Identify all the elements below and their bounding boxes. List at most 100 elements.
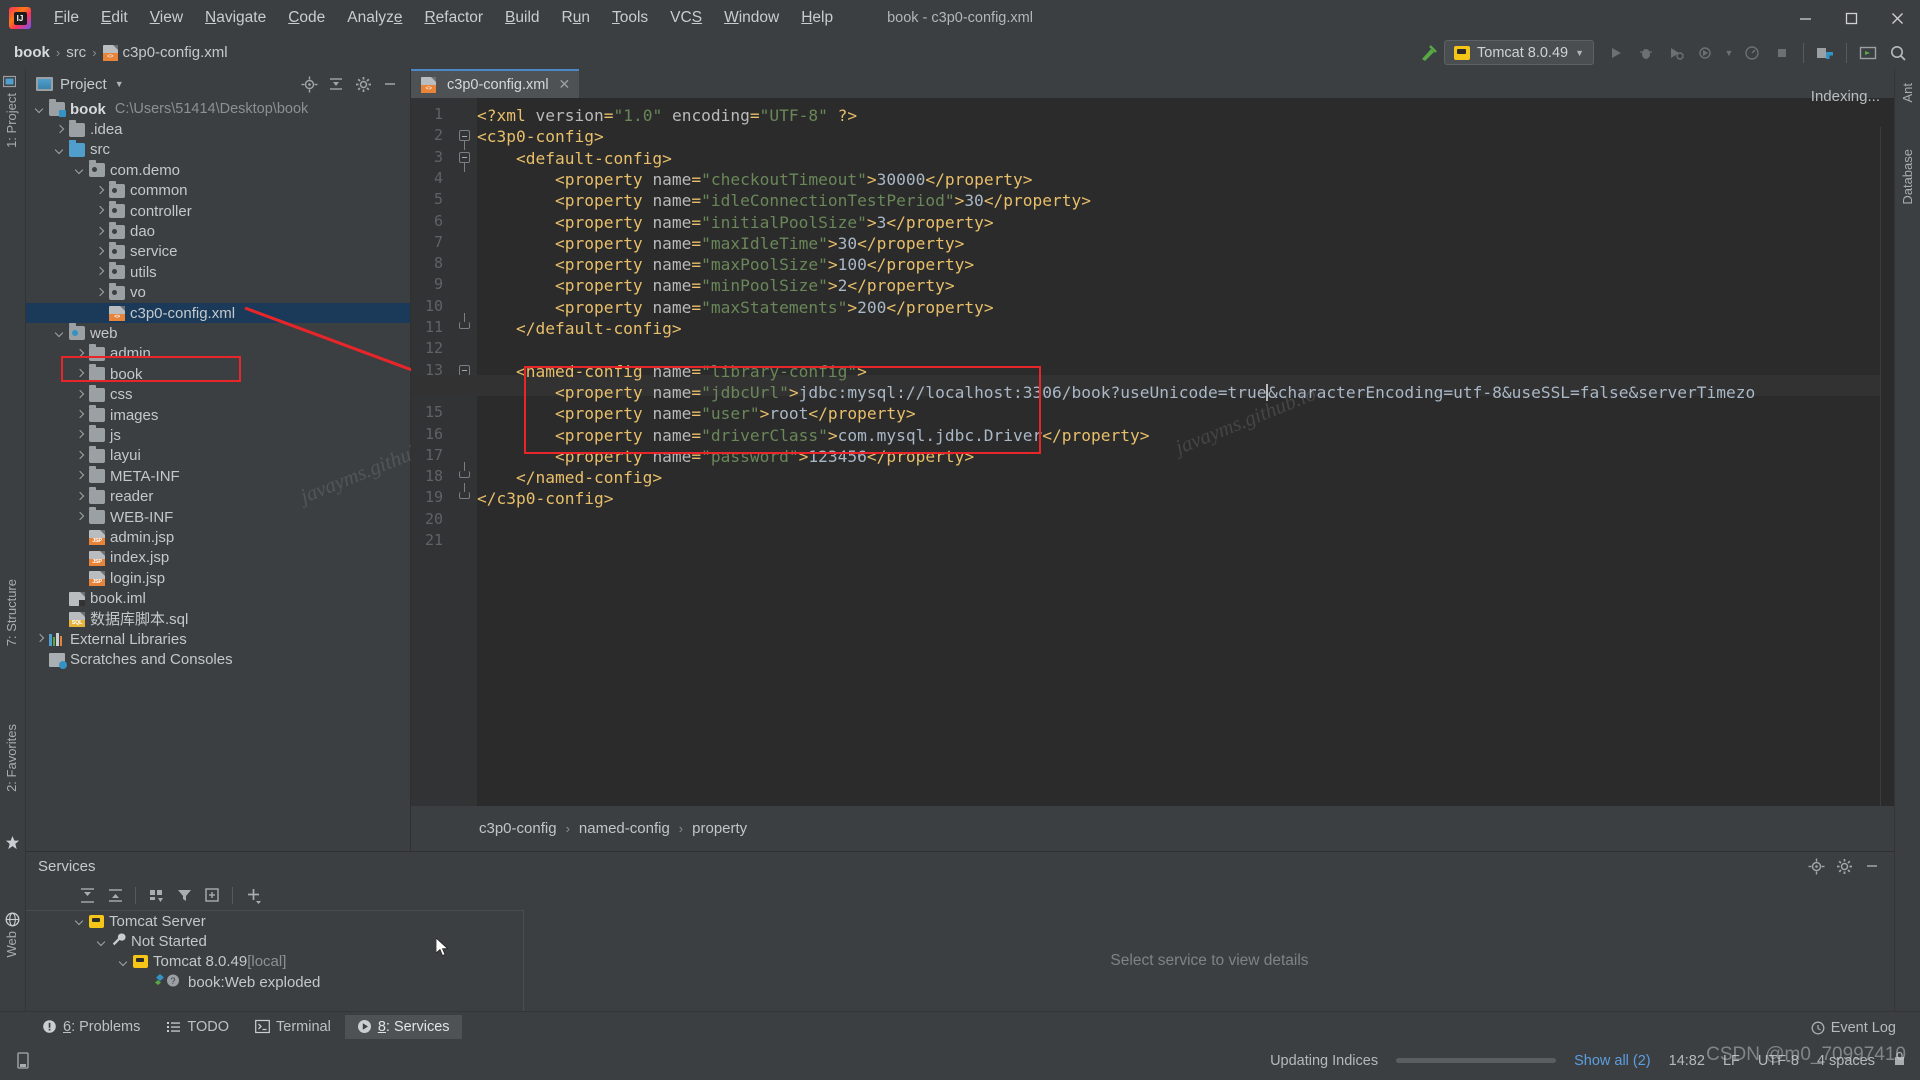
maximize-button[interactable] xyxy=(1828,0,1874,36)
breadcrumb-item-c3p0-config-xml[interactable]: c3p0-config.xml xyxy=(103,44,228,61)
chevron-right-icon[interactable] xyxy=(94,266,107,279)
tree-item-book[interactable]: book xyxy=(26,364,410,384)
chevron-right-icon[interactable] xyxy=(74,511,87,524)
chevron-right-icon[interactable] xyxy=(94,245,107,258)
chevron-right-icon[interactable] xyxy=(54,123,67,136)
debug-icon[interactable] xyxy=(1632,40,1660,66)
profile-icon[interactable] xyxy=(1692,40,1720,66)
code-line-5[interactable]: <property name="idleConnectionTestPeriod… xyxy=(477,190,1091,211)
chevron-right-icon[interactable] xyxy=(74,470,87,483)
tree-item-css[interactable]: css xyxy=(26,384,410,404)
tree-item-scratches-and-consoles[interactable]: Scratches and Consoles xyxy=(26,650,410,670)
menu-tools[interactable]: Tools xyxy=(601,6,659,30)
locate-icon[interactable] xyxy=(1804,855,1828,877)
chevron-down-icon[interactable] xyxy=(54,327,67,340)
code-line-2[interactable]: <c3p0-config> xyxy=(477,126,604,147)
caret-position[interactable]: 14:82 xyxy=(1669,1053,1705,1069)
collapse-all-icon[interactable] xyxy=(324,73,348,95)
breadcrumb-nav[interactable]: book›src›c3p0-config.xml xyxy=(14,44,228,61)
code-line-15[interactable]: <property name="user">root</property> xyxy=(477,403,916,424)
menu-code[interactable]: Code xyxy=(277,6,336,30)
tree-item-controller[interactable]: controller xyxy=(26,201,410,221)
chevron-right-icon[interactable] xyxy=(34,633,47,646)
chevron-right-icon[interactable] xyxy=(74,347,87,360)
run-with-coverage-icon[interactable] xyxy=(1662,40,1690,66)
menu-run[interactable]: Run xyxy=(551,6,601,30)
chevron-down-icon[interactable] xyxy=(74,164,87,177)
editor-breadcrumb-c3p0-config[interactable]: c3p0-config xyxy=(479,820,557,837)
chevron-right-icon[interactable] xyxy=(74,368,87,381)
menu-navigate[interactable]: Navigate xyxy=(194,6,277,30)
tree-item-web-inf[interactable]: WEB-INF xyxy=(26,507,410,527)
chevron-right-icon[interactable] xyxy=(94,225,107,238)
chevron-right-icon[interactable] xyxy=(74,449,87,462)
gear-icon[interactable] xyxy=(351,73,375,95)
indent-setting[interactable]: 4 spaces xyxy=(1817,1053,1875,1069)
sidebar-tab-database[interactable]: Database xyxy=(1900,149,1915,205)
code-line-7[interactable]: <property name="maxIdleTime">30</propert… xyxy=(477,233,964,254)
code-fold-end-icon[interactable] xyxy=(459,322,471,334)
plus-icon[interactable] xyxy=(240,883,266,907)
code-line-14[interactable]: <property name="jdbcUrl">jdbc:mysql://lo… xyxy=(477,382,1755,403)
event-log-button[interactable]: Event Log xyxy=(1811,1020,1896,1036)
tree-item-admin[interactable]: admin xyxy=(26,344,410,364)
menu-analyze[interactable]: Analyze xyxy=(336,6,413,30)
tree-item-c3p0-config.xml[interactable]: <>c3p0-config.xml xyxy=(26,303,410,323)
tree-item-book[interactable]: bookC:\Users\51414\Desktop\book xyxy=(26,99,410,119)
code-line-11[interactable]: </default-config> xyxy=(477,318,682,339)
menu-window[interactable]: Window xyxy=(713,6,790,30)
tree-item-web[interactable]: web xyxy=(26,323,410,343)
code-line-3[interactable]: <default-config> xyxy=(477,148,672,169)
run-configuration-selector[interactable]: Tomcat 8.0.49 ▼ xyxy=(1444,40,1594,65)
menu-file[interactable]: File xyxy=(43,6,90,30)
chevron-right-icon[interactable] xyxy=(74,490,87,503)
run-icon[interactable] xyxy=(1602,40,1630,66)
code-line-1[interactable]: <?xml version="1.0" encoding="UTF-8" ?> xyxy=(477,105,857,126)
menu-refactor[interactable]: Refactor xyxy=(413,6,494,30)
chevron-down-icon[interactable] xyxy=(96,935,109,948)
breadcrumb-item-src[interactable]: src xyxy=(66,44,86,61)
chevron-down-icon[interactable] xyxy=(74,915,87,928)
sidebar-tab-structure[interactable]: 7: Structure xyxy=(4,579,19,646)
chevron-down-icon[interactable] xyxy=(54,143,67,156)
tree-item-index.jsp[interactable]: JSPindex.jsp xyxy=(26,548,410,568)
tree-item-service[interactable]: service xyxy=(26,242,410,262)
group-by-icon[interactable] xyxy=(143,883,169,907)
editor-tab-c3p0-config[interactable]: c3p0-config.xml ✕ xyxy=(411,69,579,98)
editor-breadcrumb-property[interactable]: property xyxy=(692,820,747,837)
service-item-tomcat-server[interactable]: Tomcat Server xyxy=(26,911,523,931)
menu-help[interactable]: Help xyxy=(790,6,844,30)
code-line-6[interactable]: <property name="initialPoolSize">3</prop… xyxy=(477,212,994,233)
tree-item-js[interactable]: js xyxy=(26,425,410,445)
file-encoding[interactable]: UTF-8 xyxy=(1758,1053,1799,1069)
line-separator[interactable]: LF xyxy=(1723,1053,1740,1069)
filter-icon[interactable] xyxy=(171,883,197,907)
tree-item-book.iml[interactable]: book.iml xyxy=(26,588,410,608)
chevron-down-icon[interactable] xyxy=(118,955,131,968)
code-content[interactable]: <?xml version="1.0" encoding="UTF-8" ?><… xyxy=(477,98,1894,851)
memory-indicator-icon[interactable] xyxy=(16,1052,30,1069)
service-item-tomcat-8.0.49[interactable]: Tomcat 8.0.49 [local] xyxy=(26,952,523,972)
sidebar-tab-project[interactable]: 1: Project xyxy=(4,93,19,148)
code-fold-end-icon[interactable] xyxy=(459,492,471,504)
minimize-button[interactable] xyxy=(1782,0,1828,36)
code-line-4[interactable]: <property name="checkoutTimeout">30000</… xyxy=(477,169,1033,190)
tree-item-reader[interactable]: reader xyxy=(26,486,410,506)
tree-item-com.demo[interactable]: com.demo xyxy=(26,160,410,180)
tree-item-external-libraries[interactable]: External Libraries xyxy=(26,629,410,649)
breadcrumb-item-book[interactable]: book xyxy=(14,44,50,61)
bottom-tab-6--problems[interactable]: 6: Problems xyxy=(30,1015,152,1039)
editor-markup-bar[interactable] xyxy=(1880,127,1894,851)
tree-item-meta-inf[interactable]: META-INF xyxy=(26,466,410,486)
editor-gutter[interactable]: 123456789101112131415161718192021 xyxy=(411,98,477,851)
code-fold-collapse-icon[interactable] xyxy=(459,130,471,142)
code-line-13[interactable]: <named-config name="library-config"> xyxy=(477,361,867,382)
add-service-icon[interactable] xyxy=(199,883,225,907)
sidebar-tab-ant[interactable]: Ant xyxy=(1900,83,1915,103)
tree-item-common[interactable]: common xyxy=(26,181,410,201)
tree-item-utils[interactable]: utils xyxy=(26,262,410,282)
layout-icon[interactable] xyxy=(1854,40,1882,66)
code-line-8[interactable]: <property name="maxPoolSize">100</proper… xyxy=(477,254,974,275)
service-item-not-started[interactable]: Not Started xyxy=(26,931,523,951)
chevron-right-icon[interactable] xyxy=(74,388,87,401)
